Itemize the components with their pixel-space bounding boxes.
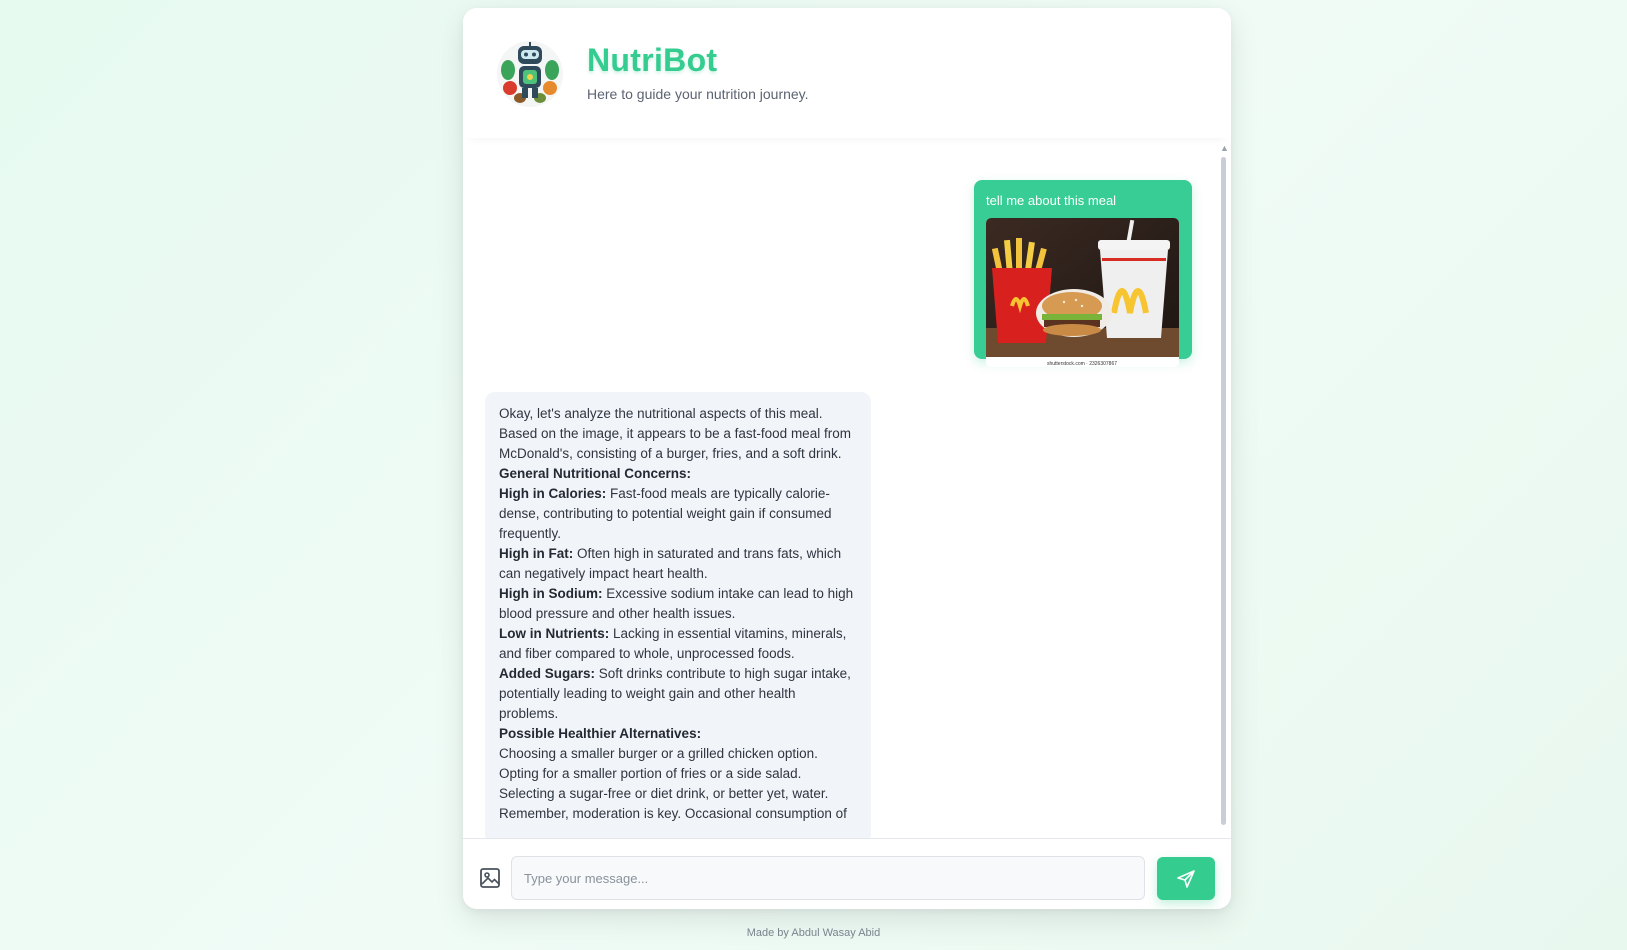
- concerns-heading: General Nutritional Concerns:: [499, 466, 692, 481]
- image-upload-icon[interactable]: [479, 867, 501, 889]
- nutribot-logo: [497, 41, 563, 107]
- scroll-up-icon[interactable]: ▲: [1220, 143, 1229, 153]
- app-title: NutriBot: [587, 42, 718, 78]
- concern-item: High in Fat: Often high in saturated and…: [499, 546, 842, 581]
- app-subtitle: Here to guide your nutrition journey.: [587, 86, 809, 102]
- concern-item: Low in Nutrients: Lacking in essential v…: [499, 626, 847, 661]
- chat-messages[interactable]: tell me about this meal shutterstock.com…: [463, 141, 1231, 838]
- alternative-item: Choosing a smaller burger or a grilled c…: [499, 746, 818, 761]
- alternative-item: Remember, moderation is key. Occasional …: [499, 806, 847, 821]
- concern-item: High in Sodium: Excessive sodium intake …: [499, 586, 854, 621]
- header: NutriBot Here to guide your nutrition jo…: [463, 8, 1231, 138]
- concern-item: High in Calories: Fast-food meals are ty…: [499, 486, 832, 541]
- send-button[interactable]: [1157, 857, 1215, 900]
- image-watermark: shutterstock.com · 2326307867: [1047, 361, 1117, 367]
- user-message-text: tell me about this meal: [986, 193, 1117, 208]
- bot-message: Okay, let's analyze the nutritional aspe…: [485, 392, 871, 838]
- concern-item: Added Sugars: Soft drinks contribute to …: [499, 666, 851, 721]
- scroll-thumb[interactable]: [1221, 157, 1226, 825]
- alternative-item: Selecting a sugar-free or diet drink, or…: [499, 786, 829, 801]
- footer-credit: Made by Abdul Wasay Abid: [746, 927, 881, 939]
- message-input[interactable]: [511, 856, 1145, 900]
- chat-scrollbar[interactable]: ▲: [1220, 143, 1229, 825]
- chat-window: NutriBot Here to guide your nutrition jo…: [463, 8, 1231, 909]
- meal-image: shutterstock.com · 2326307867: [986, 218, 1179, 367]
- send-icon: [1177, 870, 1195, 888]
- alternative-item: Opting for a smaller portion of fries or…: [499, 766, 802, 781]
- user-message: tell me about this meal shutterstock.com…: [974, 180, 1192, 367]
- input-bar: [463, 838, 1231, 909]
- bot-intro: Okay, let's analyze the nutritional aspe…: [499, 406, 851, 461]
- alternatives-heading: Possible Healthier Alternatives:: [499, 726, 702, 741]
